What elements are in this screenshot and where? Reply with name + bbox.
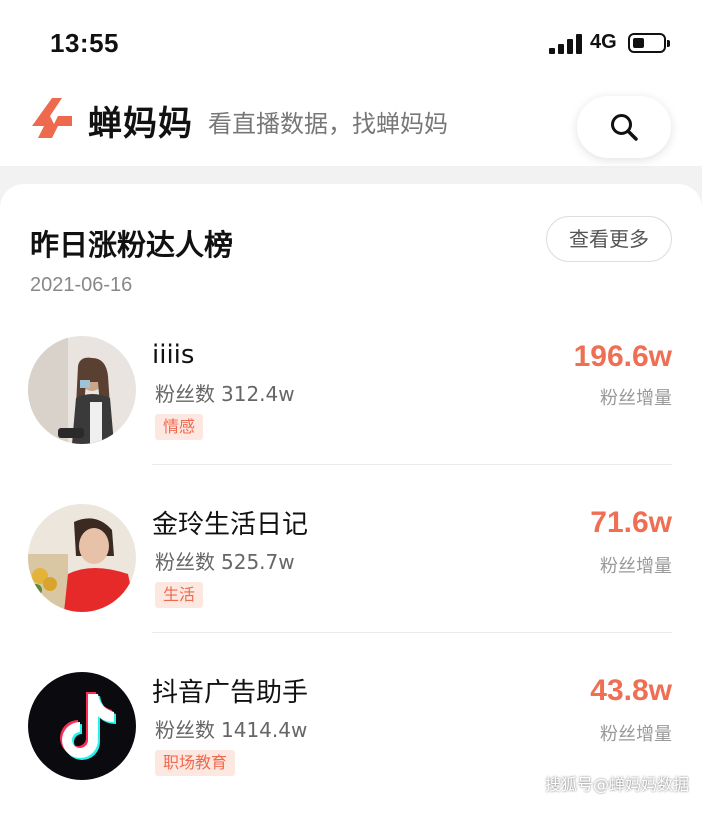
- fans-label: 粉丝数: [155, 718, 215, 742]
- signal-icon: [549, 34, 583, 54]
- ranking-row[interactable]: 金玲生活日记 粉丝数 525.7w 生活 71.6w 粉丝增量: [0, 464, 702, 632]
- category-tag: 职场教育: [155, 750, 236, 776]
- fans-count: 粉丝数 1414.4w: [155, 714, 307, 743]
- ranking-title: 昨日涨粉达人榜: [30, 228, 234, 262]
- fans-count: 粉丝数 525.7w: [155, 546, 295, 575]
- status-bar: 13:55 4G: [0, 0, 702, 88]
- influencer-name: 抖音广告助手: [152, 678, 309, 708]
- fans-gain-label: 粉丝增量: [600, 556, 672, 577]
- fans-gain-label: 粉丝增量: [600, 388, 672, 409]
- row-divider: [152, 632, 672, 633]
- fans-count: 粉丝数 312.4w: [155, 378, 295, 407]
- search-icon: [611, 114, 638, 141]
- ranking-row[interactable]: iiiis 粉丝数 312.4w 情感 196.6w 粉丝增量: [0, 314, 702, 482]
- search-button[interactable]: [577, 96, 671, 158]
- fans-gain-value: 71.6w: [590, 506, 672, 539]
- fans-value: 312.4w: [221, 382, 295, 406]
- row-divider: [152, 464, 672, 465]
- fans-gain-value: 43.8w: [590, 674, 672, 707]
- avatar: [28, 336, 136, 444]
- ranking-date: 2021-06-16: [30, 274, 133, 296]
- avatar: [28, 504, 136, 612]
- brand-name: 蝉妈妈: [88, 104, 193, 144]
- ranking-card: 昨日涨粉达人榜 查看更多 2021-06-16 iiiis 粉丝数 312.4w …: [0, 184, 702, 824]
- status-time: 13:55: [50, 28, 119, 58]
- watermark: 搜狐号@蝉妈妈数据: [545, 775, 690, 794]
- view-more-button[interactable]: 查看更多: [546, 216, 672, 262]
- fans-label: 粉丝数: [155, 550, 215, 574]
- battery-icon: [628, 33, 670, 53]
- category-tag: 情感: [155, 414, 204, 440]
- chanmama-logo-icon: [32, 98, 72, 138]
- fans-gain-label: 粉丝增量: [600, 724, 672, 745]
- influencer-name: 金玲生活日记: [152, 510, 309, 540]
- fans-gain-value: 196.6w: [573, 340, 672, 373]
- tiktok-logo-icon: [28, 672, 136, 780]
- network-type: 4G: [590, 31, 617, 53]
- avatar: [28, 672, 136, 780]
- category-tag: 生活: [155, 582, 204, 608]
- brand-slogan: 看直播数据，找蝉妈妈: [208, 110, 448, 138]
- fans-value: 525.7w: [221, 550, 295, 574]
- fans-label: 粉丝数: [155, 382, 215, 406]
- influencer-name: iiiis: [152, 340, 195, 370]
- fans-value: 1414.4w: [221, 718, 308, 742]
- app-header: 蝉妈妈 看直播数据，找蝉妈妈: [0, 88, 702, 166]
